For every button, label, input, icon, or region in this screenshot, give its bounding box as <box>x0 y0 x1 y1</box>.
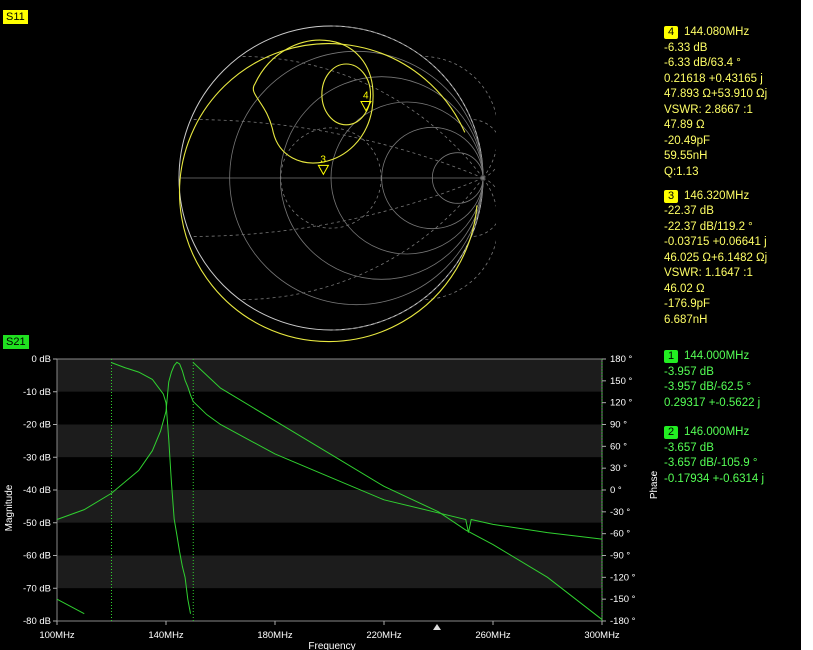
marker-frequency: 144.000MHz <box>684 350 750 362</box>
y-tick-label: -30 dB <box>23 452 51 463</box>
marker-header: 3 146.320MHz <box>664 189 767 205</box>
marker-value: -0.17934 +-0.6314 j <box>664 472 765 485</box>
marker-value: 46.02 Ω <box>664 282 705 295</box>
marker-value: 59.55nH <box>664 150 708 162</box>
y2-tick-label: 0 ° <box>610 485 622 496</box>
plot-band <box>57 391 602 425</box>
smith-reactance-arc <box>422 56 496 179</box>
marker-value: -3.957 dB <box>664 365 714 378</box>
x-tick-label: 260MHz <box>475 630 511 641</box>
plot-band <box>57 522 602 556</box>
y-tick-label: -50 dB <box>23 518 51 529</box>
marker-value: -20.49pF <box>664 134 711 147</box>
x-tick-label: 220MHz <box>366 630 402 641</box>
y-tick-label: -60 dB <box>23 551 51 562</box>
plot-band <box>57 457 602 490</box>
marker-value: -176.9pF <box>664 298 711 310</box>
plot-band <box>57 359 602 392</box>
marker-value: Q:1.13 <box>664 165 699 178</box>
plot-bands <box>57 359 602 621</box>
marker-value: 47.893 Ω+53.910 Ωj <box>664 88 768 100</box>
marker-number-badge[interactable]: 3 <box>664 189 678 203</box>
marker-frequency: 146.000MHz <box>684 426 750 438</box>
y2-tick-label: 180 ° <box>610 354 632 365</box>
y2-tick-label: -90 ° <box>610 551 630 562</box>
marker-header: 4 144.080MHz <box>664 25 767 41</box>
y2-tick-label: -60 ° <box>610 529 630 540</box>
window-edge <box>801 0 813 650</box>
marker-value: VSWR: 2.8667 :1 <box>664 103 753 116</box>
s21-badge[interactable]: S21 <box>3 335 29 349</box>
marker-value: -0.03715 +0.06641 j <box>664 236 767 248</box>
marker-frequency: 144.080MHz <box>684 26 750 38</box>
y2-tick-label: 60 ° <box>610 441 627 452</box>
y2-tick-label: 30 ° <box>610 463 627 474</box>
y-tick-label: -80 dB <box>23 616 51 627</box>
frequency-cursor-icon[interactable] <box>433 624 441 630</box>
marker-number-badge[interactable]: 4 <box>664 26 678 40</box>
x-tick-label: 140MHz <box>148 630 184 641</box>
y2-tick-label: -30 ° <box>610 507 630 518</box>
marker-frequency: 146.320MHz <box>684 189 750 202</box>
marker-value: -6.33 dB <box>664 41 708 54</box>
x-tick-label: 100MHz <box>39 630 75 641</box>
marker-value: -3.657 dB/-105.9 ° <box>664 457 758 469</box>
marker-value: 0.29317 +-0.5622 j <box>664 396 761 409</box>
marker-value: 6.687nH <box>664 313 708 326</box>
y-tick-label: -20 dB <box>23 420 51 431</box>
marker-value: -22.37 dB/119.2 ° <box>664 220 753 233</box>
y2-tick-label: 150 ° <box>610 376 632 387</box>
smith-reactance-arc <box>422 177 496 300</box>
marker-value: -22.37 dB <box>664 205 714 217</box>
marker-value: -3.657 dB <box>664 441 714 454</box>
s11-locus-outer <box>178 43 478 343</box>
s11-marker-3[interactable]: 3 146.320MHz -22.37 dB -22.37 dB/119.2 ° -0.… <box>664 189 767 329</box>
smith-marker-triangle <box>317 164 330 176</box>
smith-marker-label: 4 <box>363 91 369 102</box>
y-tick-label: -40 dB <box>23 485 51 496</box>
y-axis-label: Magnitude <box>4 484 15 531</box>
marker-value: 47.89 Ω <box>664 119 705 131</box>
s21-plot[interactable]: 0 dB -10 dB -20 dB -30 dB -40 dB -50 dB -60 dB… <box>0 350 660 650</box>
marker-header: 2 146.000MHz <box>664 425 764 441</box>
s11-marker-4[interactable]: 4 144.080MHz -6.33 dB -6.33 dB/63.4 ° 0.2161… <box>664 25 767 180</box>
y2-tick-label: -150 ° <box>610 594 636 605</box>
plot-band <box>57 424 602 458</box>
marker-number-badge[interactable]: 2 <box>664 426 678 440</box>
y2-tick-label: 120 ° <box>610 398 632 409</box>
y2-tick-label: -120 ° <box>610 572 636 583</box>
y-tick-label: -70 dB <box>23 583 51 594</box>
marker-value: 46.025 Ω+6.1482 Ωj <box>664 251 768 264</box>
y-tick-label: -10 dB <box>23 387 51 398</box>
marker-value: 0.21618 +0.43165 j <box>664 72 763 85</box>
x-tick-label: 300MHz <box>584 630 620 641</box>
marker-header: 1 144.000MHz <box>664 349 760 365</box>
s21-marker-1[interactable]: 1 144.000MHz -3.957 dB -3.957 dB/-62.5 ° 0.2… <box>664 349 760 411</box>
smith-chart[interactable]: 43 <box>166 13 496 343</box>
plot-band <box>57 490 602 523</box>
s11-trace <box>178 39 478 343</box>
marker-number-badge[interactable]: 1 <box>664 350 678 364</box>
y2-tick-label: -180 ° <box>610 616 636 627</box>
marker-value: VSWR: 1.1647 :1 <box>664 267 753 279</box>
plot-band <box>57 588 602 621</box>
smith-marker-label: 3 <box>320 154 326 165</box>
y2-axis-label: Phase <box>649 470 660 499</box>
marker-value: -6.33 dB/63.4 ° <box>664 57 741 69</box>
y2-tick-label: 90 ° <box>610 420 627 431</box>
s21-marker-2[interactable]: 2 146.000MHz -3.657 dB -3.657 dB/-105.9 ° -0… <box>664 425 764 487</box>
x-axis-label: Frequency <box>308 641 355 650</box>
marker-value: -3.957 dB/-62.5 ° <box>664 381 752 393</box>
x-tick-label: 180MHz <box>257 630 293 641</box>
smith-grid <box>178 25 496 331</box>
s11-badge[interactable]: S11 <box>3 10 28 24</box>
y-tick-label: 0 dB <box>31 354 51 365</box>
